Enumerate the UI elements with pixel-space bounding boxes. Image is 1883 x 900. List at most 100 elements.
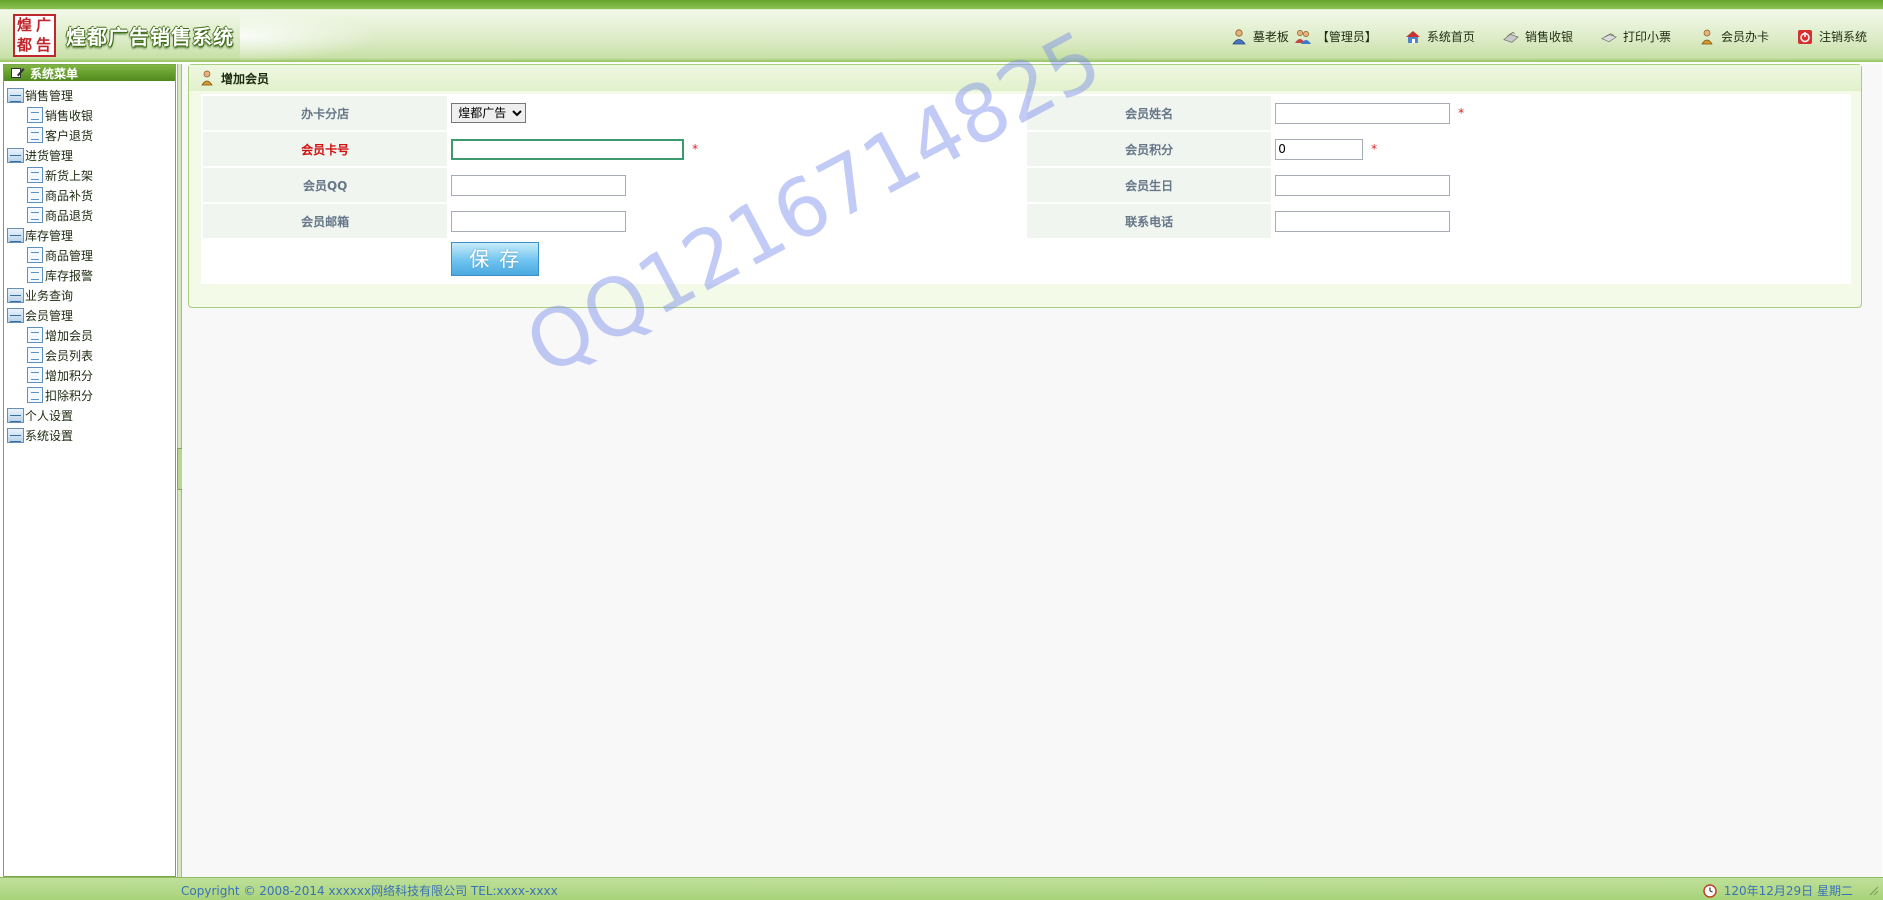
user-role-label: 【管理员】 xyxy=(1316,30,1377,44)
form-row: 会员QQ 会员生日 xyxy=(203,168,1849,202)
member-points-input[interactable] xyxy=(1275,138,1364,160)
nav-member-card[interactable]: 会员办卡 xyxy=(1699,28,1769,45)
menu-item-label: 销售收银 xyxy=(45,108,94,123)
save-button[interactable]: 保存 xyxy=(451,242,540,276)
header-decoration xyxy=(240,10,380,62)
logo-char: 都 xyxy=(16,35,32,54)
menu-page-icon xyxy=(27,207,43,223)
user-name: 墓老板 xyxy=(1252,30,1289,44)
menu-item-sales-cashier[interactable]: 销售收银 xyxy=(4,105,175,125)
menu-item-label: 新货上架 xyxy=(45,168,94,183)
panel-title-label: 增加会员 xyxy=(221,71,270,86)
empty-cell xyxy=(1027,240,1271,276)
printer-icon xyxy=(1601,29,1617,45)
add-member-panel: 增加会员 办卡分店 煌都广告 会员姓名 * 会员卡号 * 会员积分 0 * 会员… xyxy=(188,64,1862,308)
nav-logout-label: 注销系统 xyxy=(1818,30,1867,44)
shop-select[interactable]: 煌都广告 xyxy=(451,103,527,123)
menu-group-label: 个人设置 xyxy=(25,408,74,423)
menu-group-label: 会员管理 xyxy=(25,308,74,323)
user-role: 【管理员】 xyxy=(1294,28,1377,45)
card-number-label: 会员卡号 xyxy=(203,132,448,166)
menu-item-stock-alert[interactable]: 库存报警 xyxy=(4,265,175,285)
menu-page-icon xyxy=(27,387,43,403)
menu-item-add-member[interactable]: 增加会员 xyxy=(4,325,175,345)
member-name-input[interactable] xyxy=(1275,102,1451,124)
menu-group-label: 业务查询 xyxy=(25,288,74,303)
menu-group-system-settings[interactable]: 系统设置 xyxy=(4,425,175,445)
current-user: 墓老板 xyxy=(1231,28,1289,45)
required-mark: * xyxy=(692,142,699,156)
menu-group-label: 系统设置 xyxy=(25,428,74,443)
menu-folder-icon xyxy=(7,307,24,323)
email-label: 会员邮箱 xyxy=(203,204,448,238)
resize-grip-icon[interactable] xyxy=(1867,884,1879,896)
menu-group-sales[interactable]: 销售管理 xyxy=(4,85,175,105)
sidebar-menu: 销售管理 销售收银 客户退货 进货管理 新货上架 商品补货 商品退货 库存管理 … xyxy=(4,81,175,445)
menu-group-personal-settings[interactable]: 个人设置 xyxy=(4,405,175,425)
users-group-icon xyxy=(1294,29,1311,45)
required-mark: * xyxy=(1371,142,1378,156)
nav-logout[interactable]: 注销系统 xyxy=(1797,28,1867,45)
member-phone-input[interactable] xyxy=(1275,210,1451,232)
points-cell: * xyxy=(1273,132,1849,166)
card-number-cell: * xyxy=(449,132,1025,166)
menu-group-members[interactable]: 会员管理 xyxy=(4,305,175,325)
sidebar: 系统菜单 销售管理 销售收银 客户退货 进货管理 新货上架 商品补货 商品退货 … xyxy=(3,64,176,877)
menu-item-member-list[interactable]: 会员列表 xyxy=(4,345,175,365)
name-label: 会员姓名 xyxy=(1026,96,1272,130)
nav-cashier[interactable]: 销售收银 xyxy=(1503,28,1573,45)
menu-folder-icon xyxy=(7,87,24,103)
member-qq-input[interactable] xyxy=(451,174,627,196)
menu-item-new-goods[interactable]: 新货上架 xyxy=(4,165,175,185)
menu-group-purchasing[interactable]: 进货管理 xyxy=(4,145,175,165)
member-card-icon xyxy=(1699,29,1715,45)
panel-title: 增加会员 xyxy=(189,65,1861,91)
menu-item-label: 增加积分 xyxy=(45,368,94,383)
home-icon xyxy=(1405,29,1421,45)
birthday-label: 会员生日 xyxy=(1026,168,1272,202)
member-email-input[interactable] xyxy=(451,210,627,232)
header-top-line xyxy=(0,0,1883,9)
menu-item-goods-management[interactable]: 商品管理 xyxy=(4,245,175,265)
menu-folder-icon xyxy=(7,427,24,443)
menu-folder-icon xyxy=(7,287,24,303)
menu-item-restock[interactable]: 商品补货 xyxy=(4,185,175,205)
menu-page-icon xyxy=(27,367,43,383)
menu-group-business-query[interactable]: 业务查询 xyxy=(4,285,175,305)
nav-home[interactable]: 系统首页 xyxy=(1405,28,1475,45)
menu-item-label: 扣除积分 xyxy=(45,388,94,403)
name-cell: * xyxy=(1273,96,1849,130)
empty-cell xyxy=(1273,240,1849,276)
logo-char: 广 xyxy=(35,16,51,34)
phone-label: 联系电话 xyxy=(1026,204,1272,238)
cash-register-icon xyxy=(1503,29,1519,45)
birthday-cell xyxy=(1273,168,1849,202)
phone-cell xyxy=(1273,204,1849,238)
nav-print[interactable]: 打印小票 xyxy=(1601,28,1671,45)
menu-item-add-points[interactable]: 增加积分 xyxy=(4,365,175,385)
nav-cashier-label: 销售收银 xyxy=(1524,30,1573,44)
empty-cell xyxy=(203,240,448,276)
menu-group-inventory[interactable]: 库存管理 xyxy=(4,225,175,245)
menu-item-deduct-points[interactable]: 扣除积分 xyxy=(4,385,175,405)
email-cell xyxy=(449,204,1025,238)
shop-cell: 煌都广告 xyxy=(449,96,1025,130)
menu-item-customer-return[interactable]: 客户退货 xyxy=(4,125,175,145)
menu-page-icon xyxy=(27,187,43,203)
card-number-input[interactable] xyxy=(451,138,685,160)
menu-item-label: 商品退货 xyxy=(45,208,94,223)
menu-folder-icon xyxy=(7,227,24,243)
member-birthday-input[interactable] xyxy=(1275,174,1451,196)
menu-item-label: 商品管理 xyxy=(45,248,94,263)
form-row: 办卡分店 煌都广告 会员姓名 * xyxy=(203,96,1849,130)
logo-stamp: 煌 广 都 告 xyxy=(13,14,56,57)
member-form-table: 办卡分店 煌都广告 会员姓名 * 会员卡号 * 会员积分 0 * 会员QQ 会员… xyxy=(201,94,1851,278)
edit-menu-icon xyxy=(10,65,26,81)
menu-item-label: 商品补货 xyxy=(45,188,94,203)
form-row: 会员卡号 * 会员积分 * xyxy=(203,132,1849,166)
shop-label: 办卡分店 xyxy=(203,96,448,130)
logo-char: 煌 xyxy=(16,16,32,34)
menu-folder-icon xyxy=(7,147,24,163)
menu-item-goods-return[interactable]: 商品退货 xyxy=(4,205,175,225)
menu-group-label: 进货管理 xyxy=(25,148,74,163)
